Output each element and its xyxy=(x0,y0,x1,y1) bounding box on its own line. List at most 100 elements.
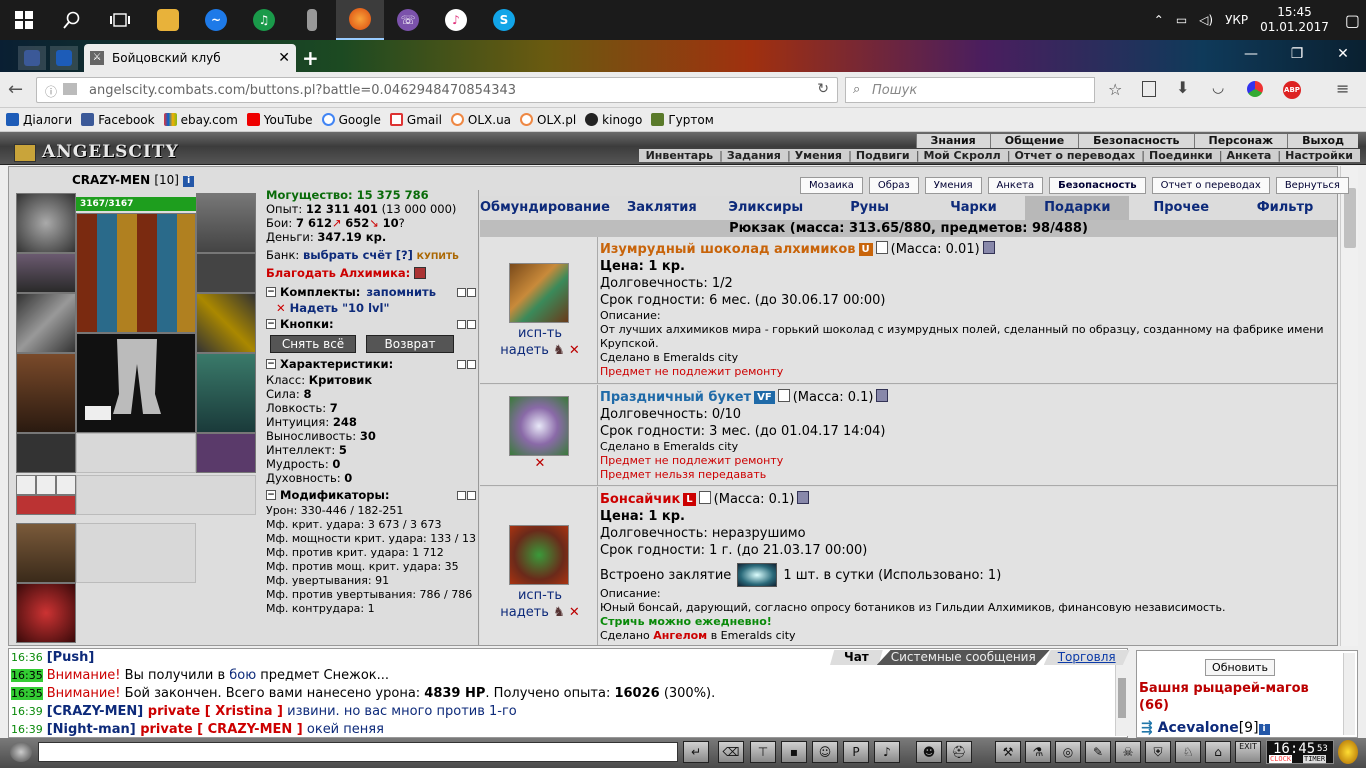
tab-charms[interactable]: Чарки xyxy=(922,196,1026,220)
private-icon[interactable]: P xyxy=(843,741,869,763)
armor-slot[interactable] xyxy=(16,353,76,433)
scroll-thumb[interactable] xyxy=(1344,188,1356,248)
transfer-report-button[interactable]: Отчет о переводах xyxy=(1151,177,1270,194)
pinned-tab-messages[interactable] xyxy=(50,46,78,70)
small-slot-3[interactable] xyxy=(56,475,76,495)
potion-icon[interactable]: ⚗ xyxy=(1025,741,1051,763)
wear-link[interactable]: надеть xyxy=(500,343,549,358)
cat-icon[interactable]: ♘ xyxy=(1175,741,1201,763)
reading-list-icon[interactable] xyxy=(1142,81,1156,97)
new-tab-button[interactable]: + xyxy=(302,46,319,70)
itunes-icon[interactable]: ♪ xyxy=(432,0,480,40)
bookmark-olx-ua[interactable]: OLX.ua xyxy=(450,113,511,127)
online-user-name[interactable]: Acevalone xyxy=(1158,720,1239,736)
private-message-icon[interactable]: ⇶ xyxy=(1141,720,1153,736)
volume-icon[interactable]: ◁) xyxy=(1199,13,1213,27)
item-name[interactable]: Праздничный букет xyxy=(600,390,751,405)
windows-start-icon[interactable] xyxy=(0,0,48,40)
chocolate-item-image[interactable] xyxy=(509,263,569,323)
settings-gear-icon[interactable] xyxy=(10,742,32,762)
return-button[interactable]: Возврат xyxy=(366,335,454,353)
wear-icon[interactable]: ♞ xyxy=(553,605,565,620)
firefox-icon[interactable] xyxy=(336,0,384,40)
use-link[interactable]: исп-ть xyxy=(490,587,590,604)
belt-slot[interactable] xyxy=(16,433,76,473)
bookmark-dialogs[interactable]: Діалоги xyxy=(6,113,72,127)
bookmark-gmail[interactable]: Gmail xyxy=(389,113,442,127)
coins-icon[interactable]: ◎ xyxy=(1055,741,1081,763)
eraser-icon[interactable]: ⌫ xyxy=(718,741,744,763)
chat-text[interactable]: [Night-man] xyxy=(47,722,136,737)
bookmark-ebay[interactable]: ebay.com xyxy=(163,113,238,127)
move-icons[interactable] xyxy=(457,359,476,369)
small-slot-4[interactable] xyxy=(16,495,76,515)
helmet-slot[interactable] xyxy=(16,193,76,253)
bookmark-gurtom[interactable]: Гуртом xyxy=(651,113,714,127)
alchemist-icon[interactable] xyxy=(414,267,427,279)
chat-text[interactable]: [CRAZY-MEN] xyxy=(47,704,144,719)
tab-runes[interactable]: Руны xyxy=(818,196,922,220)
menu-exit[interactable]: Выход xyxy=(1287,134,1358,148)
search-icon[interactable] xyxy=(48,0,96,40)
document-icon[interactable] xyxy=(777,389,790,402)
empty-slots-row-3[interactable] xyxy=(76,523,196,583)
boots-slot[interactable] xyxy=(196,433,256,473)
move-icons[interactable] xyxy=(457,490,476,500)
save-log-icon[interactable]: ▪ xyxy=(781,741,807,763)
use-link[interactable]: исп-ть xyxy=(490,325,590,342)
submenu-skills[interactable]: Умения xyxy=(784,149,845,162)
traits-section[interactable]: − Характеристики: xyxy=(266,357,476,371)
tab-filter[interactable]: Фильтр xyxy=(1233,196,1337,220)
collapse-icon[interactable]: − xyxy=(266,287,276,297)
tab-elixirs[interactable]: Эликсиры xyxy=(714,196,818,220)
move-icons[interactable] xyxy=(457,287,476,297)
security-button[interactable]: Безопасность xyxy=(1049,177,1146,194)
bookmark-google[interactable]: Google xyxy=(321,113,381,127)
smile-icon[interactable]: ☻ xyxy=(916,741,942,763)
menu-icon[interactable]: ≡ xyxy=(1336,79,1349,98)
submenu-quests[interactable]: Задания xyxy=(716,149,784,162)
viber-icon[interactable]: ☏ xyxy=(384,0,432,40)
bank-link[interactable]: выбрать счёт [?] xyxy=(303,248,413,262)
refresh-button[interactable]: Обновить xyxy=(1205,659,1275,676)
timer-label[interactable]: TIMER xyxy=(1303,755,1327,763)
small-slot-1[interactable] xyxy=(16,475,36,495)
move-icons[interactable] xyxy=(457,319,476,329)
skype-icon[interactable]: S xyxy=(480,0,528,40)
runes-grid[interactable] xyxy=(76,213,196,333)
back-icon[interactable]: ← xyxy=(8,79,23,100)
mosaic-button[interactable]: Мозаика xyxy=(800,177,863,194)
item-name[interactable]: Бонсайчик xyxy=(600,492,680,507)
submenu-inventory[interactable]: Инвентарь xyxy=(643,149,716,162)
armor-swap-icon[interactable] xyxy=(85,406,111,420)
collapse-icon[interactable]: − xyxy=(266,490,276,500)
bank-buy-button[interactable]: КУПИТЬ xyxy=(417,252,459,262)
submenu-my-scroll[interactable]: Мой Скролл xyxy=(913,149,1004,162)
bookmark-olx-pl[interactable]: OLX.pl xyxy=(520,113,576,127)
reload-icon[interactable]: ↻ xyxy=(817,81,829,97)
set-item[interactable]: ✕ Надеть "10 lvl" xyxy=(266,301,476,315)
document-icon[interactable] xyxy=(698,491,711,504)
delete-item-icon[interactable]: ✕ xyxy=(535,456,546,471)
bookmark-facebook[interactable]: Facebook xyxy=(81,113,155,127)
sets-remember-link[interactable]: запомнить xyxy=(366,285,436,299)
close-tab-icon[interactable]: ✕ xyxy=(278,50,290,66)
delete-item-icon[interactable]: ✕ xyxy=(569,605,580,620)
submenu-settings[interactable]: Настройки xyxy=(1274,149,1356,162)
image-button[interactable]: Образ xyxy=(868,177,919,194)
menu-knowledge[interactable]: Знания xyxy=(915,134,990,148)
adblock-icon[interactable]: ABP xyxy=(1283,81,1301,99)
chat-tab-trade[interactable]: Торговля xyxy=(1043,650,1130,665)
user-info-icon[interactable]: i xyxy=(1258,724,1270,735)
wear-link[interactable]: надеть xyxy=(500,605,549,620)
bonsai-item-image[interactable] xyxy=(509,525,569,585)
pocket-icon[interactable]: ◡ xyxy=(1212,80,1224,96)
bouquet-item-image[interactable] xyxy=(509,396,569,456)
collapse-icon[interactable]: − xyxy=(266,359,276,369)
page-scrollbar[interactable] xyxy=(1340,166,1358,646)
bookmark-youtube[interactable]: YouTube xyxy=(246,113,313,127)
bracers-slot[interactable] xyxy=(16,253,76,293)
user-icon[interactable]: ☺ xyxy=(812,741,838,763)
pinned-tab-facebook[interactable] xyxy=(18,46,46,70)
gloves-slot[interactable] xyxy=(196,253,256,293)
